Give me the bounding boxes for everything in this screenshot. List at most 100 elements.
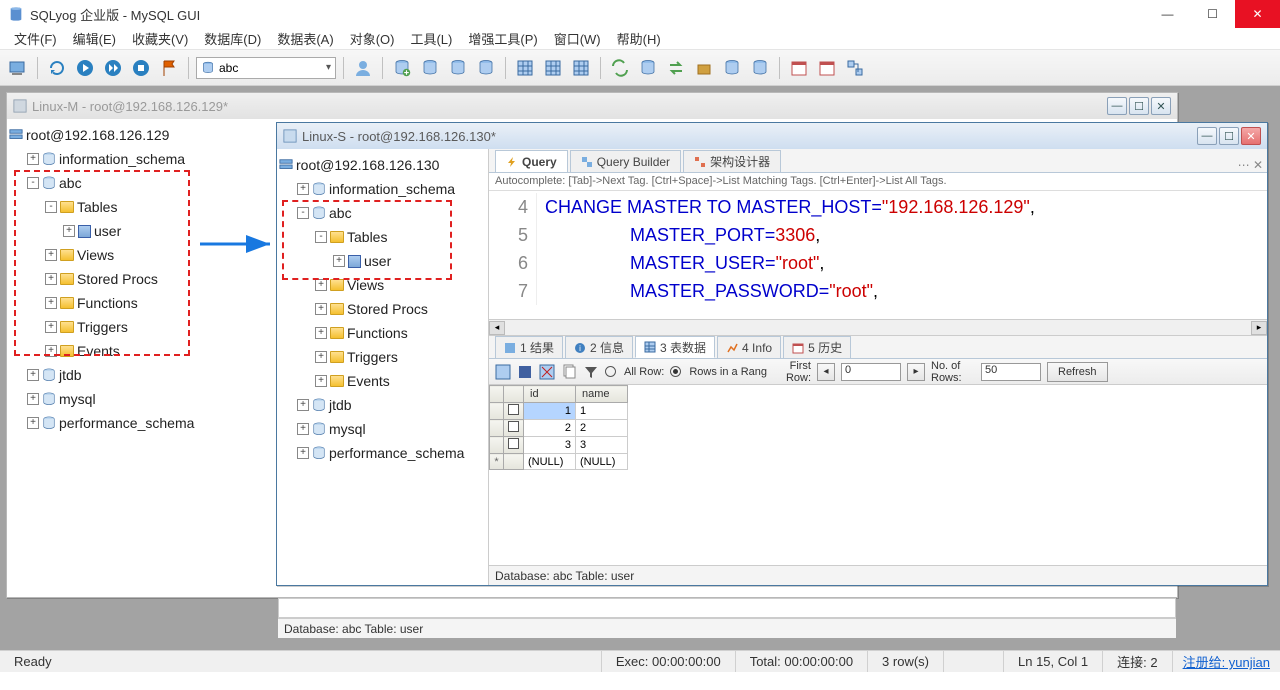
- row-checkbox[interactable]: [508, 404, 519, 415]
- cw-titlebar-linux-m[interactable]: Linux-M - root@192.168.126.129* — ☐ ✕: [7, 93, 1177, 119]
- menu-help[interactable]: 帮助(H): [609, 27, 669, 50]
- tree-views-s[interactable]: +Views: [315, 273, 486, 297]
- cw-minimize[interactable]: —: [1197, 127, 1217, 145]
- col-id[interactable]: id: [524, 386, 576, 403]
- rtab-result[interactable]: 1 结果: [495, 336, 563, 358]
- grid-icon-2[interactable]: [541, 56, 565, 80]
- database-combo[interactable]: abc: [196, 57, 336, 79]
- tree-sp-s[interactable]: +Stored Procs: [315, 297, 486, 321]
- rtab-4info[interactable]: 4 Info: [717, 336, 781, 358]
- user-icon[interactable]: [351, 56, 375, 80]
- rtab-history[interactable]: 5 历史: [783, 336, 851, 358]
- menu-file[interactable]: 文件(F): [6, 27, 65, 50]
- next-page[interactable]: ▸: [907, 363, 925, 381]
- db-sync-icon[interactable]: [636, 56, 660, 80]
- tree-tables-m[interactable]: -Tables: [45, 195, 265, 219]
- collapse-icon[interactable]: -: [27, 177, 39, 189]
- table-row[interactable]: 11: [490, 403, 628, 420]
- tab-query-builder[interactable]: Query Builder: [570, 150, 681, 172]
- grid-del-icon[interactable]: [539, 364, 555, 380]
- cw-close[interactable]: ✕: [1241, 127, 1261, 145]
- menu-edit[interactable]: 编辑(E): [65, 27, 124, 50]
- refresh-icon[interactable]: [45, 56, 69, 80]
- tree-abc-m[interactable]: -abc: [27, 171, 265, 195]
- rtab-info[interactable]: i2 信息: [565, 336, 633, 358]
- maximize-button[interactable]: ☐: [1190, 0, 1235, 28]
- tree-abc-s[interactable]: -abc: [297, 201, 486, 225]
- tree-jtdb-m[interactable]: +jtdb: [27, 363, 265, 387]
- sync-icon[interactable]: [608, 56, 632, 80]
- tree-trig-s[interactable]: +Triggers: [315, 345, 486, 369]
- status-registered[interactable]: 注册给: yunjian: [1172, 651, 1280, 672]
- scroll-left[interactable]: ◂: [489, 321, 505, 335]
- tree-fn-m[interactable]: +Functions: [45, 291, 265, 315]
- menu-table[interactable]: 数据表(A): [269, 27, 341, 50]
- tree-ev-s[interactable]: +Events: [315, 369, 486, 393]
- flag-icon[interactable]: [157, 56, 181, 80]
- execute-all-icon[interactable]: [101, 56, 125, 80]
- tree-linux-s[interactable]: root@192.168.126.130 +information_schema…: [277, 149, 488, 469]
- tree-info-schema-m[interactable]: +information_schema: [27, 147, 265, 171]
- tree-perf-s[interactable]: +performance_schema: [297, 441, 486, 465]
- tab-close[interactable]: ⋯ ✕: [1238, 158, 1263, 172]
- close-button[interactable]: ✕: [1235, 0, 1280, 28]
- tree-root-s[interactable]: root@192.168.126.130: [279, 153, 486, 177]
- db-icon-4[interactable]: [474, 56, 498, 80]
- backup-icon[interactable]: [748, 56, 772, 80]
- table-row-new[interactable]: *(NULL)(NULL): [490, 454, 628, 470]
- rtab-table-data[interactable]: 3 表数据: [635, 336, 715, 358]
- execute-script-icon[interactable]: [129, 56, 153, 80]
- cw-titlebar-linux-s[interactable]: Linux-S - root@192.168.126.130* — ☐ ✕: [277, 123, 1267, 149]
- num-rows-input[interactable]: 50: [981, 363, 1041, 381]
- cw-minimize[interactable]: —: [1107, 97, 1127, 115]
- refresh-button[interactable]: Refresh: [1047, 362, 1108, 382]
- export-icon[interactable]: [692, 56, 716, 80]
- minimize-button[interactable]: —: [1145, 0, 1190, 28]
- prev-page[interactable]: ◂: [817, 363, 835, 381]
- new-connection-icon[interactable]: [6, 56, 30, 80]
- db-icon-2[interactable]: [418, 56, 442, 80]
- tree-views-m[interactable]: +Views: [45, 243, 265, 267]
- import-icon[interactable]: [720, 56, 744, 80]
- scroll-right[interactable]: ▸: [1251, 321, 1267, 335]
- tree-info-schema-s[interactable]: +information_schema: [297, 177, 486, 201]
- table-row[interactable]: 33: [490, 437, 628, 454]
- transfer-icon[interactable]: [664, 56, 688, 80]
- tree-sp-m[interactable]: +Stored Procs: [45, 267, 265, 291]
- execute-icon[interactable]: [73, 56, 97, 80]
- expand-icon[interactable]: +: [27, 153, 39, 165]
- child-window-linux-s[interactable]: Linux-S - root@192.168.126.130* — ☐ ✕ ro…: [276, 122, 1268, 586]
- tree-jtdb-s[interactable]: +jtdb: [297, 393, 486, 417]
- table-row[interactable]: 22: [490, 420, 628, 437]
- cw-maximize[interactable]: ☐: [1129, 97, 1149, 115]
- grid-copy-icon[interactable]: [561, 364, 577, 380]
- editor-hscroll[interactable]: ◂▸: [489, 319, 1267, 335]
- grid-icon-3[interactable]: [569, 56, 593, 80]
- tab-schema[interactable]: 架构设计器: [683, 150, 781, 172]
- cw-close[interactable]: ✕: [1151, 97, 1171, 115]
- data-grid[interactable]: idname 11 22 33 *(NULL)(NULL): [489, 385, 1267, 565]
- col-name[interactable]: name: [576, 386, 628, 403]
- tree-fn-s[interactable]: +Functions: [315, 321, 486, 345]
- grid-add-icon[interactable]: [495, 364, 511, 380]
- schema-icon[interactable]: [843, 56, 867, 80]
- db-icon-3[interactable]: [446, 56, 470, 80]
- tree-mysql-m[interactable]: +mysql: [27, 387, 265, 411]
- tree-trig-m[interactable]: +Triggers: [45, 315, 265, 339]
- menu-object[interactable]: 对象(O): [342, 27, 403, 50]
- menu-database[interactable]: 数据库(D): [196, 27, 269, 50]
- calendar-icon[interactable]: [787, 56, 811, 80]
- tree-mysql-s[interactable]: +mysql: [297, 417, 486, 441]
- db-icon-1[interactable]: [390, 56, 414, 80]
- tree-tables-s[interactable]: -Tables: [315, 225, 486, 249]
- tree-root-m[interactable]: root@192.168.126.129: [9, 123, 265, 147]
- tab-query[interactable]: Query: [495, 150, 568, 172]
- radio-rows-range[interactable]: [670, 366, 681, 377]
- radio-all-rows[interactable]: [605, 366, 616, 377]
- grid-save-icon[interactable]: [517, 364, 533, 380]
- menu-tools[interactable]: 工具(L): [402, 27, 460, 50]
- menu-window[interactable]: 窗口(W): [546, 27, 609, 50]
- first-row-input[interactable]: 0: [841, 363, 901, 381]
- tree-perf-m[interactable]: +performance_schema: [27, 411, 265, 435]
- menu-fav[interactable]: 收藏夹(V): [124, 27, 196, 50]
